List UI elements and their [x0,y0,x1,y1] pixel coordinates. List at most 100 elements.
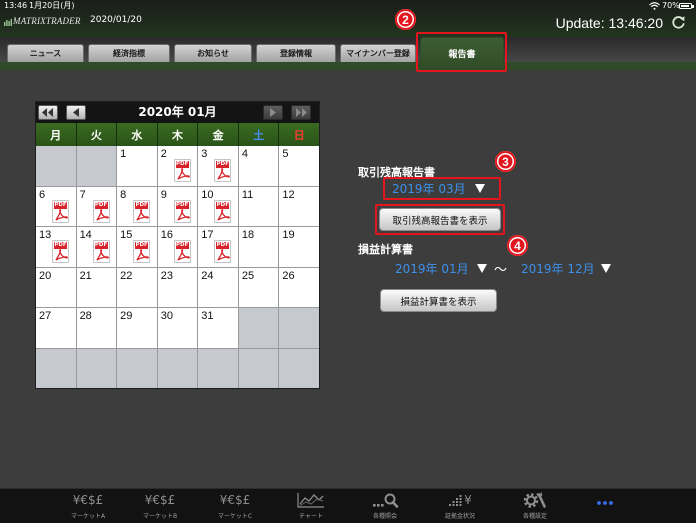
pl-to-month-dropdown[interactable]: 2019年 12月 [521,261,617,277]
calendar-day-number: 30 [160,310,173,322]
tab-more[interactable] [568,489,642,523]
pl-from-month-dropdown[interactable]: 2019年 01月 [395,261,491,277]
tab-label: お知らせ [197,49,229,58]
calendar-day-number: 31 [201,310,214,322]
pdf-icon[interactable]: PDF [52,199,69,223]
tab-chart[interactable]: チャート [274,489,348,523]
next-month-button[interactable] [263,105,283,120]
tab-inquiry[interactable]: 各種照会 [348,489,422,523]
tab-news[interactable]: ニュース [7,44,84,62]
calendar-day-9[interactable]: 9 PDF [157,186,198,226]
tab-label: マーケットB [142,513,178,520]
calendar-day-number: 10 [201,188,214,201]
calendar-day-22: 22 [117,267,157,307]
tab-economic-indicators[interactable]: 経済指標 [88,44,170,62]
pdf-icon[interactable]: PDF [214,159,232,182]
pdf-icon[interactable]: PDF [92,199,110,223]
pdf-icon[interactable]: PDF [133,240,151,263]
acrobat-swirl-icon [136,208,149,221]
pdf-icon[interactable]: PDF [173,199,191,223]
calendar-day-13[interactable]: 13 PDF [36,227,76,267]
tab-notices[interactable]: お知らせ [174,44,252,62]
pdf-icon[interactable]: PDF [214,199,232,223]
calendar-day-2[interactable]: 2 PDF [157,146,198,186]
pdf-icon[interactable]: PDF [173,159,191,182]
pdf-icon[interactable]: PDF [133,199,151,223]
calendar-day-number: 26 [282,269,295,282]
calendar-day-number: 22 [120,269,133,282]
calendar-day-8[interactable]: 8 PDF [117,186,157,226]
battery-icon [679,3,692,9]
more-icon [597,501,613,505]
wifi-icon [649,2,660,10]
tab-market-b[interactable]: ¥€$£ マーケットB [123,489,197,523]
calendar-day-10[interactable]: 10 PDF [198,186,238,226]
calendar-day-3[interactable]: 3 PDF [198,146,238,186]
calendar-day-number: 21 [79,269,92,282]
weekday-sat: 土 [238,123,279,146]
calendar-day-27: 27 [36,308,76,348]
battery-percent: 70% [662,1,680,10]
top-tab-underline [0,62,696,70]
currency-icon: ¥€$£ [219,493,251,507]
weekday-wed: 水 [117,123,157,146]
calendar-day-number: 28 [79,310,92,322]
acrobat-swirl-icon [177,208,190,221]
calendar-day-7[interactable]: 7 PDF [76,186,117,226]
pdf-icon[interactable]: PDF [92,240,110,263]
calendar-day-number: 25 [241,269,255,282]
show-pl-statement-button[interactable]: 損益計算書を表示 [380,289,497,312]
weekday-fri: 金 [198,123,238,146]
annotation-box-show-button [375,204,505,235]
calendar-day-17[interactable]: 17 PDF [198,227,238,267]
calendar-day-11: 11 [238,186,279,226]
calendar-day-6[interactable]: 6 PDF [36,186,76,226]
calendar-cell-empty [76,146,117,186]
annotation-badge-4: 4 [507,235,528,256]
weekday-thu: 木 [157,123,198,146]
calendar-day-number: 17 [201,229,214,241]
report-calendar: 2020年 01月 月 火 水 木 金 土 日 1 2 PDF 3 PDF 4 5 6 PDF 7… [35,101,320,389]
acrobat-swirl-icon [217,168,231,180]
yen-icon: ¥ [464,493,472,507]
calendar-day-15[interactable]: 15 PDF [117,227,157,267]
calendar-day-number: 29 [120,310,133,322]
pdf-icon-label: PDF [54,242,67,249]
refresh-icon[interactable] [671,15,686,30]
acrobat-swirl-icon [136,249,149,261]
calendar-day-26: 26 [279,267,319,307]
last-button[interactable] [291,105,311,120]
tab-label: 証拠金状況 [444,513,475,520]
last-icon [296,108,307,117]
tab-market-a[interactable]: ¥€$£ マーケットA [51,489,125,523]
calendar-day-number: 19 [282,229,295,241]
tab-label: 経済指標 [113,49,145,58]
acrobat-swirl-icon [217,249,231,261]
pdf-icon-label: PDF [135,242,149,249]
calendar-day-number: 11 [241,188,254,201]
calendar-day-number: 9 [160,188,167,201]
tab-my-number[interactable]: マイナンバー登録 [340,44,416,62]
calendar-cell-empty [157,348,198,388]
header-date: 2020/01/20 [90,15,142,25]
currency-icon: ¥€$£ [72,493,104,507]
tab-margin-status[interactable]: ¥ 証拠金状況 [423,489,497,523]
calendar-day-16[interactable]: 16 PDF [157,227,198,267]
pdf-icon-label: PDF [175,242,189,249]
pdf-icon[interactable]: PDF [52,240,69,263]
pdf-icon[interactable]: PDF [173,240,191,263]
dropdown-arrow-icon [477,264,487,273]
calendar-cell-empty [76,348,117,388]
pdf-icon[interactable]: PDF [214,240,232,263]
tab-registration-info[interactable]: 登録情報 [256,44,336,62]
tab-label: 各種設定 [522,513,547,520]
calendar-day-number: 27 [39,310,52,322]
calendar-day-14[interactable]: 14 PDF [76,227,117,267]
pdf-icon-label: PDF [216,201,230,209]
tab-settings[interactable]: 各種設定 [498,489,572,523]
app-window: 13:46 1月20日(月) 70% MATRIXTRADER 2020/01/… [0,0,696,523]
tab-label: ニュース [29,49,62,58]
calendar-day-number: 12 [282,188,295,201]
tab-market-c[interactable]: ¥€$£ マーケットC [198,489,272,523]
tab-label: チャート [299,513,323,520]
